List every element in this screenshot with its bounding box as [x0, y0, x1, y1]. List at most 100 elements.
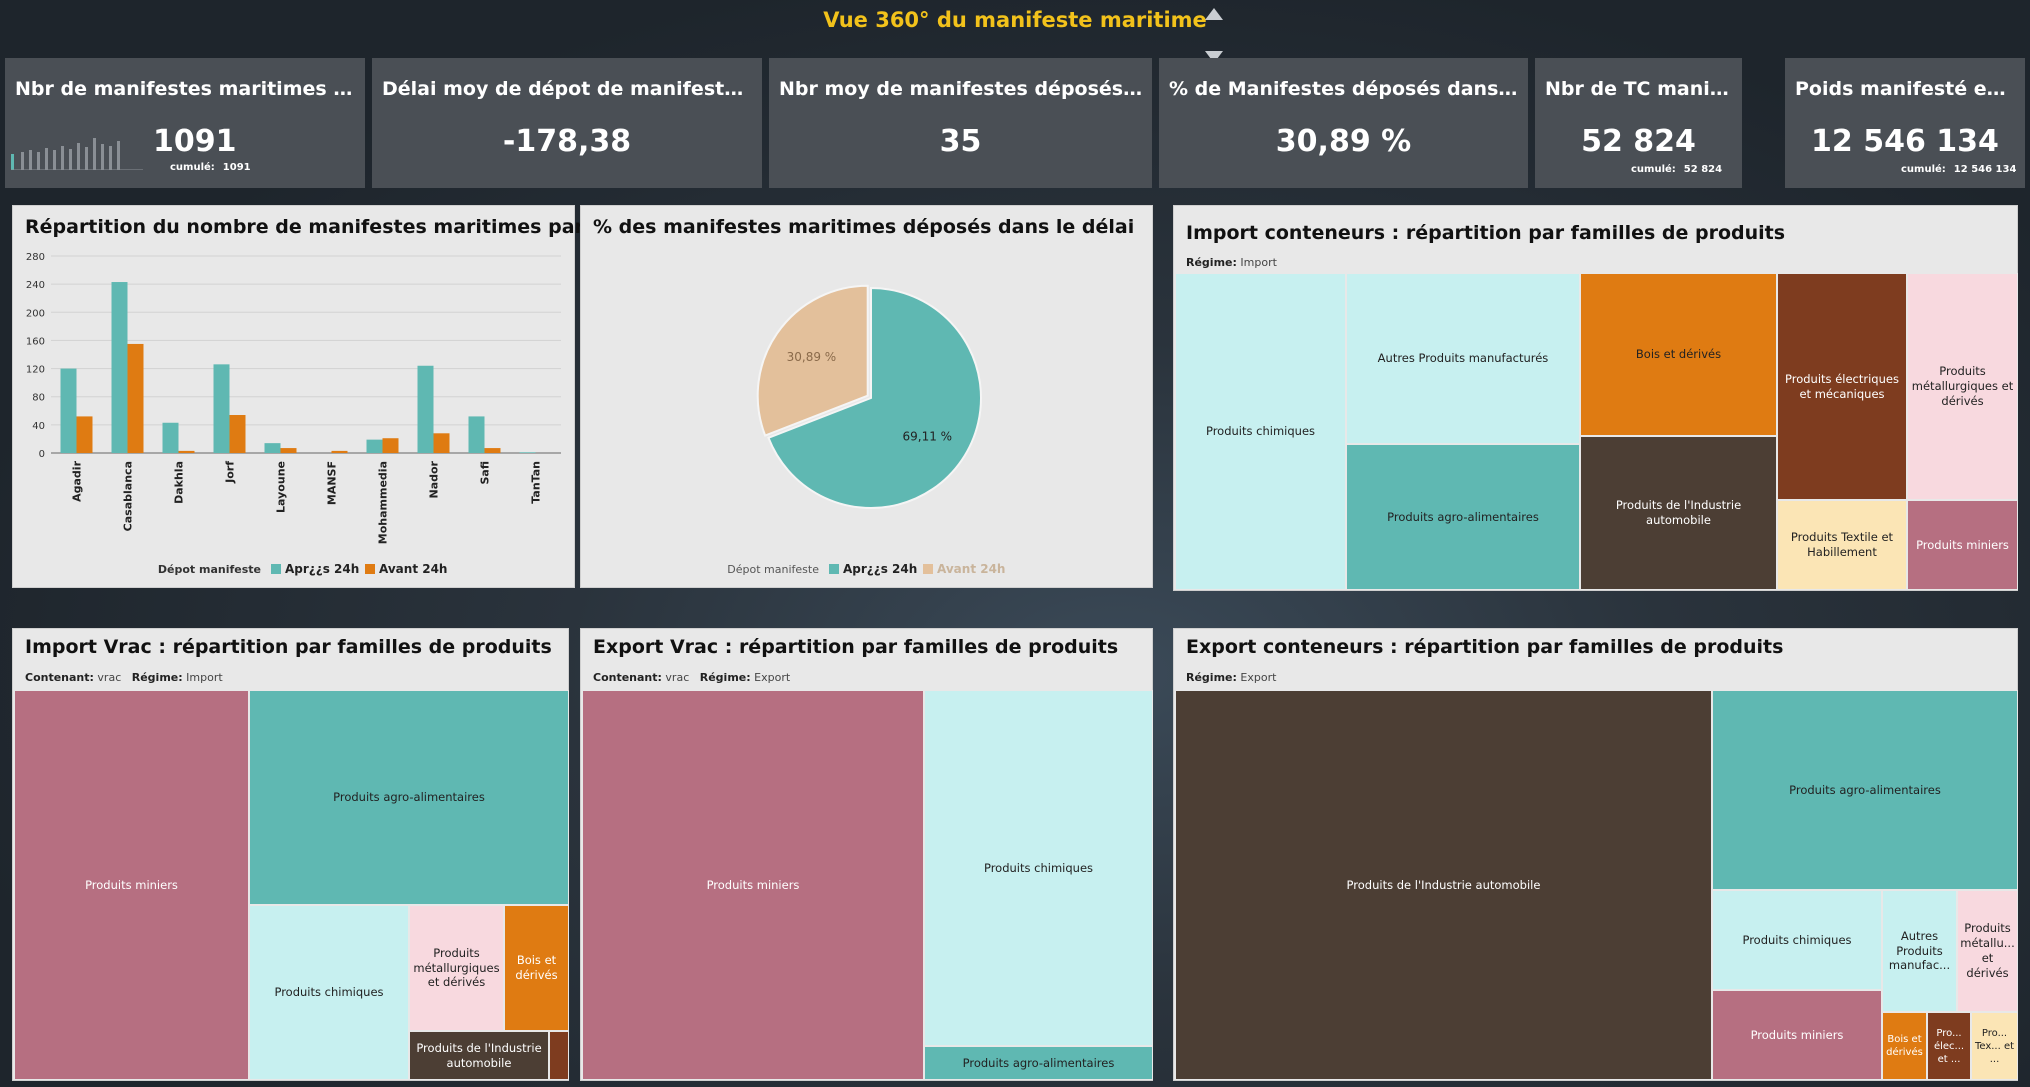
kpi-cumul: cumulé: 52 824 — [1631, 164, 1723, 175]
collapse-up-icon[interactable] — [1205, 8, 1223, 20]
treemap-tile[interactable]: Produits agro-alimentaires — [1712, 690, 2018, 890]
bar-apres-24h[interactable] — [60, 368, 77, 453]
treemap-tile[interactable]: Produits chimiques — [1175, 273, 1346, 590]
legend-swatch-avant — [923, 564, 933, 574]
kpi-cumul: cumulé: 12 546 134 — [1901, 164, 2017, 175]
y-tick-label: 120 — [26, 365, 45, 376]
treemap-tile[interactable]: Produits chimiques — [924, 690, 1153, 1046]
treemap-tile[interactable]: Produits chimiques — [1712, 890, 1882, 990]
treemap: Produits miniers Produits agro-alimentai… — [14, 690, 569, 1080]
kpi-card-moy-par-jour[interactable]: Nbr moy de manifestes déposés par jo... … — [769, 58, 1152, 188]
legend-label: Apr¿¿s 24h — [285, 562, 359, 576]
x-tick-label: Layoune — [275, 461, 288, 513]
kpi-cumul: cumulé: 1091 — [170, 162, 251, 173]
bar-apres-24h[interactable] — [366, 439, 383, 453]
bar-avant-24h[interactable] — [178, 450, 195, 453]
bar-chart-panel: Répartition du nombre de manifestes mari… — [12, 205, 636, 588]
bar-apres-24h[interactable] — [213, 364, 230, 453]
panel-title: Import Vrac : répartition par familles d… — [25, 636, 552, 658]
treemap-tile[interactable]: Produits miniers — [1907, 500, 2018, 590]
y-tick-label: 40 — [32, 421, 45, 432]
treemap-tile[interactable]: Bois et dérivés — [504, 905, 569, 1031]
treemap-tile[interactable]: Autres Produits manufac... — [1882, 890, 1957, 1012]
kpi-title: Nbr de manifestes maritimes dépos... — [15, 78, 357, 100]
bar-apres-24h[interactable] — [417, 365, 434, 453]
legend-label: Apr¿¿s 24h — [843, 562, 917, 576]
kpi-title: Délai moy de dépot de manifeste en he... — [382, 78, 754, 100]
kpi-title: % de Manifestes déposés dans le délai — [1169, 78, 1520, 100]
treemap-tile-small[interactable] — [549, 1031, 569, 1080]
legend-swatch-avant — [365, 564, 375, 574]
treemap-tile[interactable]: Produits de l'Industrie automobile — [1580, 436, 1777, 590]
bar-apres-24h[interactable] — [111, 282, 128, 453]
treemap-tile[interactable]: Produits métallurgiques et dérivés — [409, 905, 504, 1031]
y-tick-label: 280 — [26, 252, 45, 263]
dashboard-title: Vue 360° du manifeste maritime — [823, 8, 1207, 32]
bar-avant-24h[interactable] — [484, 448, 501, 453]
sparkline-icon — [11, 138, 143, 170]
export-vrac-panel: Export Vrac : répartition par familles d… — [580, 628, 1153, 1081]
treemap-tile[interactable]: Produits agro-alimentaires — [924, 1046, 1153, 1080]
bar-chart[interactable]: 0 40 80 120 160 200 240 280 Agadir Casablanca Dakh… — [13, 246, 574, 587]
kpi-card-nbr-tc[interactable]: Nbr de TC manifestés 52 824 cumulé:52 82… — [1535, 58, 1742, 188]
treemap-tile[interactable]: Produits agro-alimentaires — [1346, 444, 1580, 590]
treemap-tile[interactable]: Pro... Tex... et ... — [1971, 1012, 2018, 1080]
y-tick-label: 0 — [39, 449, 45, 460]
kpi-card-delai-moyen[interactable]: Délai moy de dépot de manifeste en he...… — [372, 58, 762, 188]
treemap-tile[interactable]: Produits métallurgiques et dérivés — [1907, 273, 2018, 500]
legend-label: Avant 24h — [379, 562, 447, 576]
bar-apres-24h[interactable] — [264, 443, 281, 453]
treemap-tile[interactable]: Produits de l'Industrie automobile — [409, 1031, 549, 1080]
treemap-tile[interactable]: Produits agro-alimentaires — [249, 690, 569, 905]
pie-chart-panel: % des manifestes maritimes déposés dans … — [580, 205, 1153, 588]
bar-apres-24h[interactable] — [162, 422, 179, 453]
bar-avant-24h[interactable] — [280, 448, 297, 453]
treemap-tile[interactable]: Produits miniers — [1712, 990, 1882, 1080]
treemap-tile[interactable]: Produits miniers — [14, 690, 249, 1080]
export-conteneurs-panel: Export conteneurs : répartition par fami… — [1173, 628, 2018, 1081]
bar-avant-24h[interactable] — [127, 343, 144, 453]
panel-title: Export Vrac : répartition par familles d… — [593, 636, 1119, 658]
kpi-value: 30,89 % — [1275, 124, 1412, 159]
bar-avant-24h[interactable] — [382, 438, 399, 453]
kpi-card-poids[interactable]: Poids manifesté en to... 12 546 134 cumu… — [1785, 58, 2025, 188]
pie-value-label: 30,89 % — [787, 350, 837, 364]
bar-avant-24h[interactable] — [331, 450, 348, 453]
treemap-tile[interactable]: Produits électriques et mécaniques — [1777, 273, 1907, 500]
treemap-tile[interactable]: Bois et dérivés — [1882, 1012, 1927, 1080]
pie-chart[interactable]: 69,11 % 30,89 % Dépot manifeste Apr¿¿s 24h A… — [581, 246, 1152, 587]
y-tick-label: 80 — [32, 393, 45, 404]
panel-title: Export conteneurs : répartition par fami… — [1186, 636, 1784, 658]
kpi-value: 1091 — [153, 124, 237, 159]
panel-title: Import conteneurs : répartition par fami… — [1186, 222, 1786, 244]
kpi-card-pct-delai[interactable]: % de Manifestes déposés dans le délai 30… — [1159, 58, 1528, 188]
treemap-tile[interactable]: Produits métallu... et dérivés — [1957, 890, 2018, 1012]
bar-avant-24h[interactable] — [76, 416, 93, 453]
treemap: Produits chimiques Autres Produits manuf… — [1175, 273, 2018, 590]
x-tick-label: Mohammedia — [377, 461, 390, 544]
treemap-tile[interactable]: Produits miniers — [582, 690, 924, 1080]
treemap-tile[interactable]: Pro... élec... et ... — [1927, 1012, 1971, 1080]
filter-regime: Régime: Import — [1186, 256, 1277, 269]
legend-swatch-apres — [271, 564, 281, 574]
kpi-value: 52 824 — [1581, 124, 1696, 159]
bar-avant-24h[interactable] — [433, 433, 450, 453]
treemap-tile[interactable]: Produits Textile et Habillement — [1777, 500, 1907, 590]
x-tick-label: Casablanca — [122, 461, 135, 531]
treemap: Produits de l'Industrie automobile Produ… — [1175, 690, 2018, 1080]
treemap-tile[interactable]: Autres Produits manufacturés — [1346, 273, 1580, 444]
filter-regime: Régime: Export — [1186, 671, 1277, 684]
legend-title: Dépot manifeste — [158, 563, 261, 576]
bar-apres-24h[interactable] — [468, 416, 485, 453]
kpi-card-nbr-manifestes[interactable]: Nbr de manifestes maritimes dépos... 109… — [5, 58, 365, 188]
treemap-tile[interactable]: Produits de l'Industrie automobile — [1175, 690, 1712, 1080]
x-tick-label: Safi — [479, 461, 492, 485]
bar-avant-24h[interactable] — [229, 415, 246, 453]
kpi-value: -178,38 — [502, 124, 632, 159]
treemap-tile[interactable]: Bois et dérivés — [1580, 273, 1777, 436]
kpi-title: Poids manifesté en to... — [1795, 78, 2017, 100]
x-tick-label: TanTan — [530, 461, 543, 504]
bar-apres-24h[interactable] — [519, 452, 536, 453]
treemap-tile[interactable]: Produits chimiques — [249, 905, 409, 1080]
treemap: Produits miniers Produits chimiques Prod… — [582, 690, 1153, 1080]
